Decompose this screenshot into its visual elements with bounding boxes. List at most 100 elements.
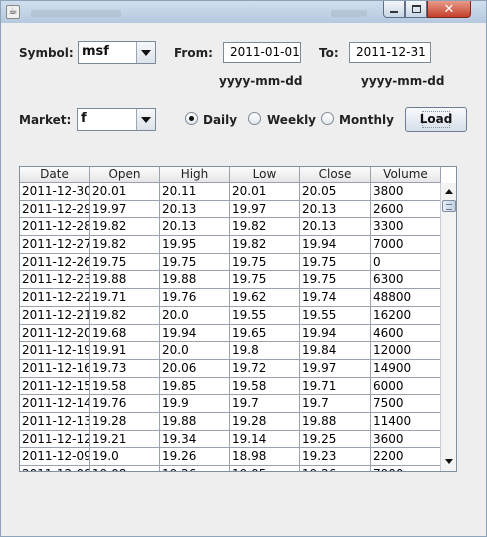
table-row[interactable]: 2011-12-23 19.88 19.88 19.75 19.75 6300 [20, 271, 441, 290]
cell-close: 19.75 [300, 271, 371, 290]
cell-close: 19.26 [300, 466, 371, 471]
cell-open: 19.88 [90, 271, 160, 290]
weekly-radio[interactable] [248, 112, 261, 125]
cell-high: 19.76 [160, 289, 230, 307]
market-combo[interactable]: f [77, 108, 156, 131]
market-combo-value: f [81, 111, 87, 126]
quotes-table[interactable]: Date Open High Low Close Volume 2011-12-… [19, 166, 457, 472]
column-header-open[interactable]: Open [90, 167, 160, 183]
scroll-down-icon[interactable] [443, 455, 455, 469]
cell-low: 19.7 [230, 395, 300, 413]
cell-close: 19.25 [300, 430, 371, 449]
blurred-title-text [331, 10, 367, 17]
minimize-button[interactable] [383, 1, 405, 18]
weekly-radio-label[interactable]: Weekly [267, 113, 316, 127]
scrollbar-thumb[interactable] [442, 200, 456, 212]
title-bar[interactable]: ☕ ✕ [1, 1, 486, 23]
cell-open: 19.08 [90, 466, 160, 471]
to-date-field[interactable]: 2011-12-31 [349, 42, 431, 63]
cell-close: 20.13 [300, 218, 371, 237]
table-row[interactable]: 2011-12-13 19.28 19.88 19.28 19.88 11400 [20, 412, 441, 431]
cell-low: 19.72 [230, 359, 300, 378]
monthly-radio-label[interactable]: Monthly [339, 113, 394, 127]
cell-high: 20.13 [160, 200, 230, 219]
table-row[interactable]: 2011-12-27 19.82 19.95 19.82 19.94 7000 [20, 236, 441, 254]
table-row[interactable]: 2011-12-22 19.71 19.76 19.62 19.74 48800 [20, 289, 441, 307]
table-row[interactable]: 2011-12-19 19.91 20.0 19.8 19.84 12000 [20, 342, 441, 360]
close-button[interactable]: ✕ [427, 1, 471, 18]
cell-close: 19.88 [300, 412, 371, 431]
chevron-down-icon[interactable] [136, 109, 155, 130]
cell-high: 20.06 [160, 359, 230, 378]
cell-low: 19.65 [230, 324, 300, 343]
table-row[interactable]: 2011-12-12 19.21 19.34 19.14 19.25 3600 [20, 430, 441, 449]
table-row[interactable]: 2011-12-09 19.0 19.26 18.98 19.23 2200 [20, 448, 441, 466]
cell-low: 19.55 [230, 306, 300, 325]
cell-date: 2011-12-09 [20, 448, 90, 466]
cell-date: 2011-12-14 [20, 395, 90, 413]
cell-high: 20.13 [160, 218, 230, 237]
scroll-up-icon[interactable] [443, 185, 455, 199]
cell-date: 2011-12-13 [20, 412, 90, 431]
from-label: From: [174, 46, 213, 60]
table-row[interactable]: 2011-12-15 19.58 19.85 19.58 19.71 6000 [20, 377, 441, 396]
java-cup-icon[interactable]: ☕ [6, 5, 20, 19]
symbol-combo[interactable]: msf [78, 41, 156, 64]
from-date-format-hint: yyyy-mm-dd [219, 74, 303, 88]
table-row[interactable]: 2011-12-28 19.82 20.13 19.82 20.13 3300 [20, 218, 441, 237]
cell-close: 19.94 [300, 236, 371, 254]
daily-radio-label[interactable]: Daily [203, 113, 237, 127]
cell-date: 2011-12-08 [20, 466, 90, 471]
cell-low: 19.8 [230, 342, 300, 360]
cell-close: 19.74 [300, 289, 371, 307]
cell-low: 19.82 [230, 218, 300, 237]
load-button[interactable]: Load [405, 107, 467, 132]
table-body: 2011-12-30 20.01 20.11 20.01 20.05 3800 2011-1… [20, 183, 441, 471]
table-row[interactable]: 2011-12-30 20.01 20.11 20.01 20.05 3800 [20, 183, 441, 201]
cell-close: 19.55 [300, 306, 371, 325]
cell-open: 19.82 [90, 306, 160, 325]
monthly-radio[interactable] [321, 112, 334, 125]
table-row[interactable]: 2011-12-0819.0819.2619.0519.267900 [20, 466, 441, 471]
cell-high: 19.9 [160, 395, 230, 413]
maximize-icon [411, 5, 421, 13]
cell-high: 19.85 [160, 377, 230, 396]
load-button-label: Load [419, 112, 453, 126]
table-row[interactable]: 2011-12-26 19.75 19.75 19.75 19.75 0 [20, 253, 441, 272]
symbol-label: Symbol: [19, 46, 74, 60]
table-row[interactable]: 2011-12-14 19.76 19.9 19.7 19.7 7500 [20, 395, 441, 413]
cell-date: 2011-12-28 [20, 218, 90, 237]
cell-open: 19.68 [90, 324, 160, 343]
column-header-high[interactable]: High [160, 167, 230, 183]
cell-date: 2011-12-20 [20, 324, 90, 343]
maximize-button[interactable] [405, 1, 427, 18]
from-date-field[interactable]: 2011-01-01 [223, 42, 301, 63]
table-header: Date Open High Low Close Volume [20, 167, 441, 183]
cell-open: 19.0 [90, 448, 160, 466]
cell-close: 19.84 [300, 342, 371, 360]
column-header-low[interactable]: Low [230, 167, 300, 183]
cell-volume: 3600 [371, 430, 441, 449]
column-header-close[interactable]: Close [300, 167, 371, 183]
table-row[interactable]: 2011-12-21 19.82 20.0 19.55 19.55 16200 [20, 306, 441, 325]
cell-date: 2011-12-12 [20, 430, 90, 449]
cell-date: 2011-12-30 [20, 183, 90, 201]
cell-high: 20.11 [160, 183, 230, 201]
cell-high: 19.34 [160, 430, 230, 449]
table-row[interactable]: 2011-12-16 19.73 20.06 19.72 19.97 14900 [20, 359, 441, 378]
table-row[interactable]: 2011-12-20 19.68 19.94 19.65 19.94 4600 [20, 324, 441, 343]
chevron-down-icon[interactable] [136, 42, 155, 63]
vertical-scrollbar[interactable] [440, 183, 456, 471]
cell-low: 19.62 [230, 289, 300, 307]
cell-date: 2011-12-15 [20, 377, 90, 396]
cell-open: 19.71 [90, 289, 160, 307]
cell-volume: 12000 [371, 342, 441, 360]
cell-open: 19.76 [90, 395, 160, 413]
cell-open: 19.28 [90, 412, 160, 431]
cell-close: 19.7 [300, 395, 371, 413]
column-header-date[interactable]: Date [20, 167, 90, 183]
table-row[interactable]: 2011-12-29 19.97 20.13 19.97 20.13 2600 [20, 200, 441, 219]
column-header-volume[interactable]: Volume [371, 167, 441, 183]
daily-radio[interactable] [185, 112, 198, 125]
cell-low: 19.75 [230, 253, 300, 272]
